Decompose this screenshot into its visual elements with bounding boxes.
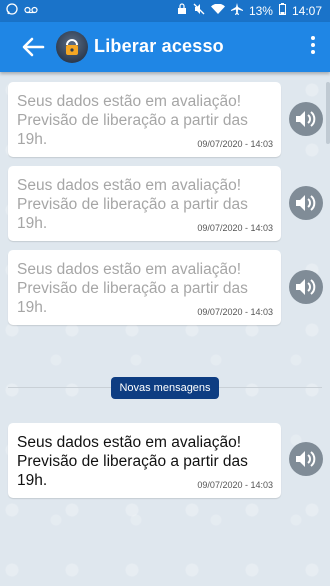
message-bubble[interactable]: Seus dados estão em avaliação! Previsão … xyxy=(8,166,281,241)
new-messages-badge: Novas mensagens xyxy=(111,377,219,399)
speaker-icon[interactable] xyxy=(289,102,323,136)
airplane-icon xyxy=(230,3,243,18)
voicemail-icon xyxy=(24,4,38,18)
page-title: Liberar acesso xyxy=(94,36,224,56)
speaker-icon[interactable] xyxy=(289,270,323,304)
more-vertical-icon[interactable] xyxy=(310,36,316,58)
arrow-left-icon[interactable] xyxy=(20,35,46,59)
message-bubble[interactable]: Seus dados estão em avaliação! Previsão … xyxy=(8,423,281,498)
battery-percent: 13% xyxy=(248,3,273,18)
battery-icon xyxy=(278,3,286,18)
whatsapp-icon xyxy=(6,3,18,18)
message-bubble[interactable]: Seus dados estão em avaliação! Previsão … xyxy=(8,250,281,325)
clock: 14:07 xyxy=(291,3,322,18)
avatar[interactable] xyxy=(56,31,88,63)
message-timestamp: 09/07/2020 - 14:03 xyxy=(197,223,273,233)
speaker-icon[interactable] xyxy=(289,442,323,476)
message-timestamp: 09/07/2020 - 14:03 xyxy=(197,307,273,317)
mute-icon xyxy=(193,3,205,18)
speaker-icon[interactable] xyxy=(289,186,323,220)
message-timestamp: 09/07/2020 - 14:03 xyxy=(197,139,273,149)
status-bar: 13% 14:07 xyxy=(0,0,330,22)
message-timestamp: 09/07/2020 - 14:03 xyxy=(197,480,273,490)
scrollbar[interactable] xyxy=(326,82,330,144)
vpn-icon xyxy=(177,3,187,18)
message-bubble[interactable]: Seus dados estão em avaliação! Previsão … xyxy=(8,82,281,157)
app-bar: Liberar acesso xyxy=(0,22,330,72)
wifi-icon xyxy=(210,3,225,18)
